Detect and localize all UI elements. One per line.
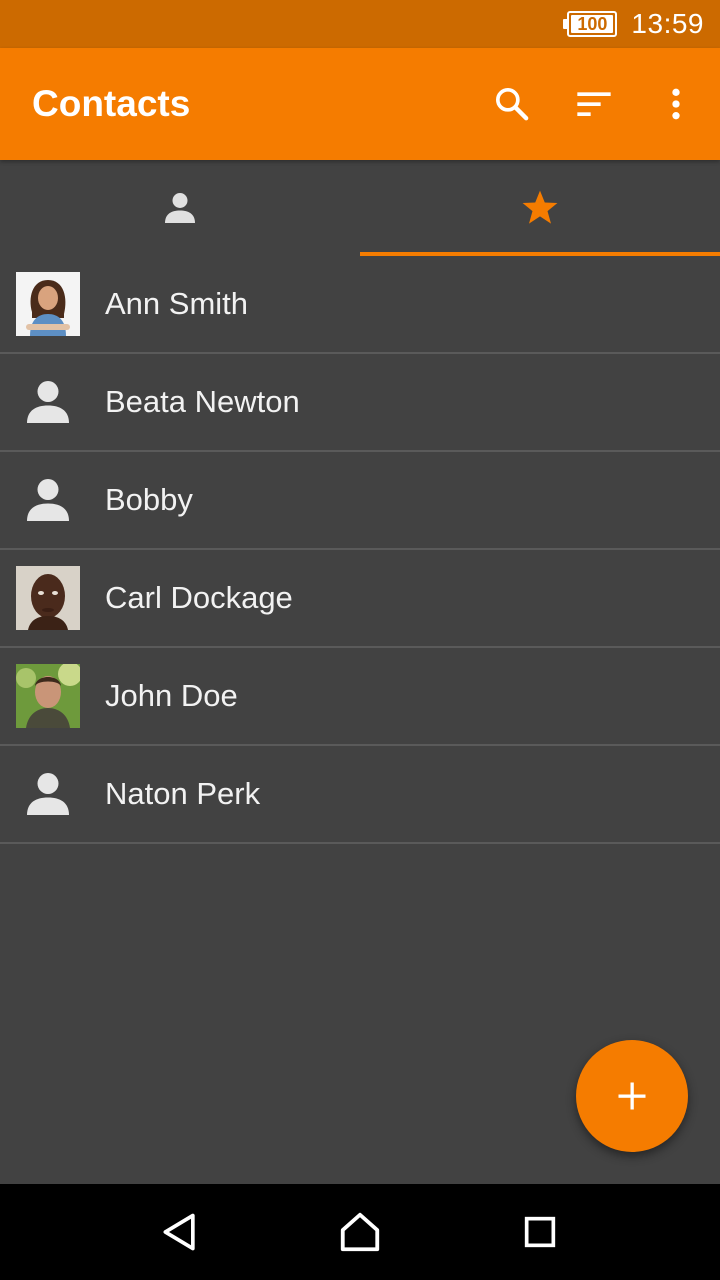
avatar-photo: [16, 664, 80, 728]
app-bar: Contacts: [0, 48, 720, 160]
add-contact-button[interactable]: [576, 1040, 688, 1152]
home-button[interactable]: [328, 1200, 392, 1264]
more-options-button[interactable]: [648, 76, 704, 132]
recents-button[interactable]: [508, 1200, 572, 1264]
avatar-photo: [16, 272, 80, 336]
star-icon: [522, 190, 558, 224]
clock: 13:59: [631, 8, 704, 39]
search-button[interactable]: [484, 76, 540, 132]
contact-row[interactable]: Beata Newton: [0, 354, 720, 452]
contact-row[interactable]: Naton Perk: [0, 746, 720, 844]
avatar-photo: [16, 566, 80, 630]
contact-row[interactable]: Carl Dockage: [0, 550, 720, 648]
person-icon: [16, 762, 80, 826]
contact-name: Bobby: [105, 482, 193, 517]
search-icon: [496, 88, 529, 121]
tab-bar: [0, 160, 720, 256]
tab-all-contacts[interactable]: [0, 160, 360, 256]
navigation-bar: [0, 1184, 720, 1280]
contact-name: Carl Dockage: [105, 580, 293, 615]
back-button[interactable]: [148, 1200, 212, 1264]
more-vert-icon: [672, 88, 680, 120]
person-icon: [165, 193, 195, 223]
add-icon: [618, 1082, 646, 1110]
battery-icon: 100: [563, 11, 618, 37]
page-title: Contacts: [32, 83, 191, 124]
recents-icon: [524, 1216, 556, 1248]
sort-button[interactable]: [566, 76, 622, 132]
contact-name: Beata Newton: [105, 384, 300, 419]
contact-name: John Doe: [105, 678, 238, 713]
status-bar: 100 13:59: [0, 0, 720, 48]
home-icon: [340, 1212, 380, 1252]
person-icon: [16, 370, 80, 434]
contact-name: Ann Smith: [105, 286, 249, 321]
sort-icon: [577, 92, 611, 116]
contact-row[interactable]: Bobby: [0, 452, 720, 550]
tab-favorites[interactable]: [360, 160, 720, 256]
contact-list: Ann Smith Beata Newton Bobby Carl Dockag…: [0, 256, 720, 844]
contact-row[interactable]: Ann Smith: [0, 256, 720, 354]
back-icon: [163, 1213, 195, 1251]
battery-level: 100: [577, 13, 608, 34]
person-icon: [16, 468, 80, 532]
contact-name: Naton Perk: [105, 776, 261, 811]
contact-row[interactable]: John Doe: [0, 648, 720, 746]
